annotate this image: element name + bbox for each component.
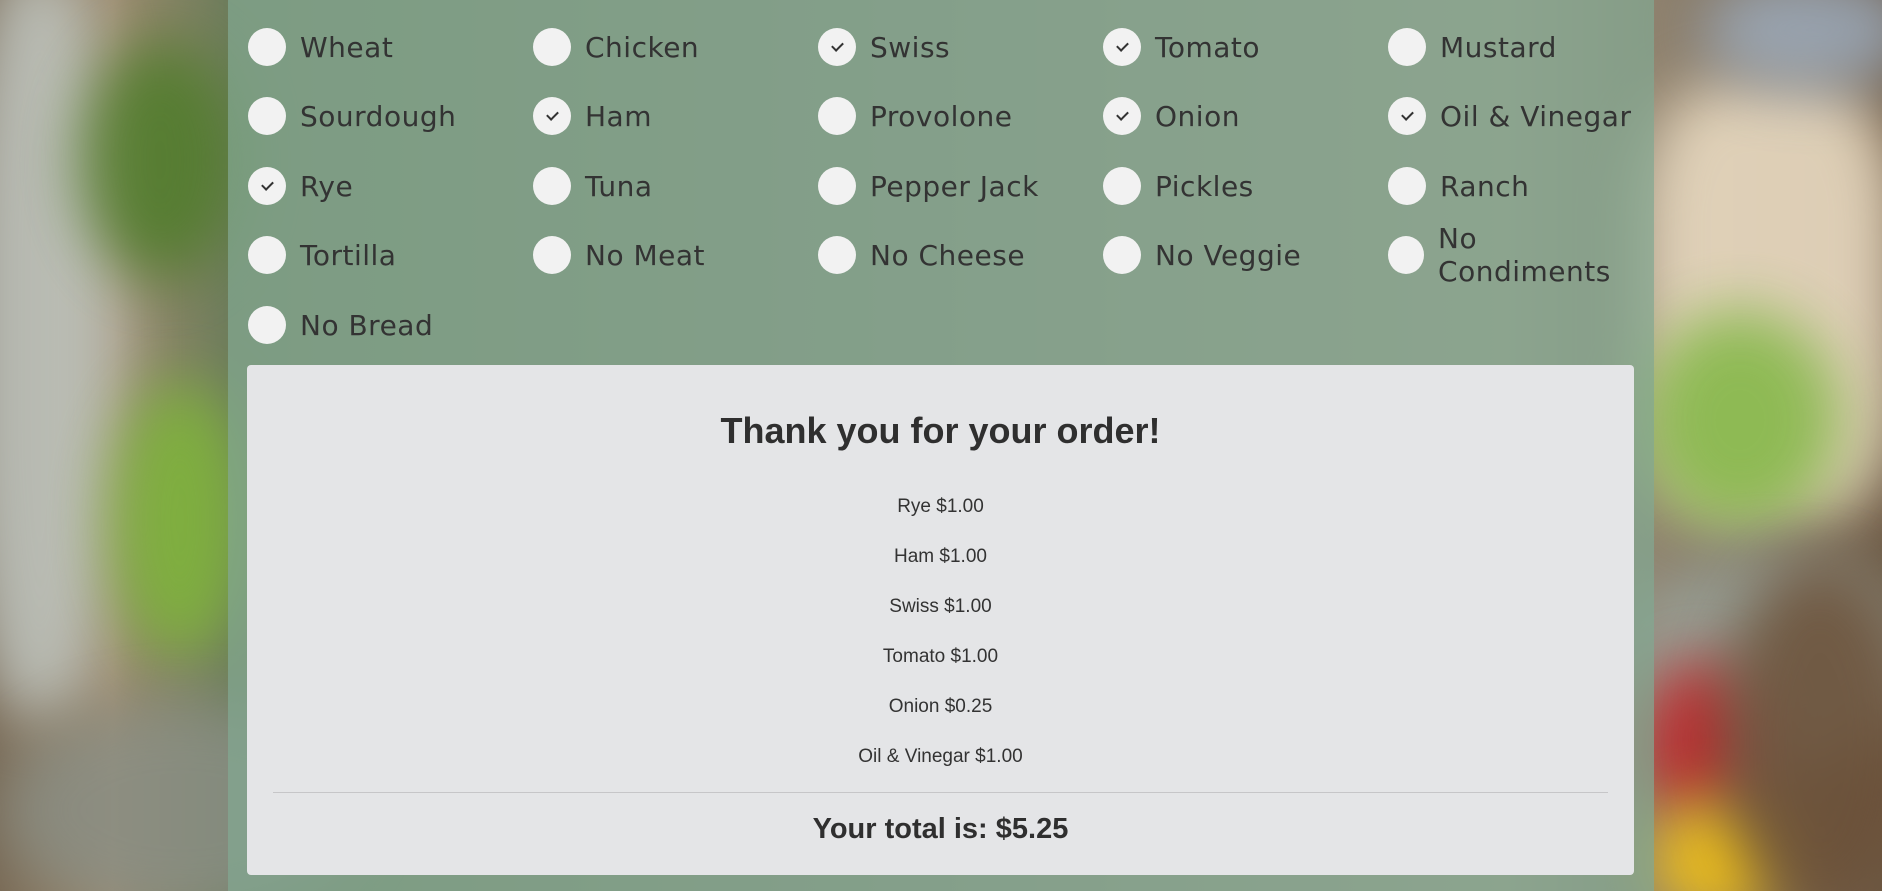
option-label: Wheat: [300, 30, 394, 64]
option-provolone[interactable]: Provolone: [818, 96, 1013, 136]
option-no-veggie[interactable]: No Veggie: [1103, 235, 1301, 275]
option-tomato[interactable]: Tomato: [1103, 27, 1260, 67]
checkbox[interactable]: [533, 167, 571, 205]
checkbox[interactable]: [1388, 236, 1425, 274]
checkbox[interactable]: [1388, 167, 1426, 205]
divider: [273, 792, 1608, 793]
option-pickles[interactable]: Pickles: [1103, 166, 1254, 206]
order-summary-card: Thank you for your order! Rye $1.00 Ham …: [247, 365, 1634, 875]
check-icon: [830, 39, 844, 52]
option-rye[interactable]: Rye: [248, 166, 353, 206]
check-icon: [260, 178, 274, 191]
order-confirmation-title: Thank you for your order!: [720, 410, 1161, 451]
option-label: Chicken: [585, 30, 700, 64]
option-chicken[interactable]: Chicken: [533, 27, 699, 67]
checkbox[interactable]: [818, 28, 856, 66]
option-label: No Condiments: [1438, 222, 1611, 288]
checkbox[interactable]: [1388, 28, 1426, 66]
checkbox[interactable]: [533, 28, 571, 66]
option-label: Sourdough: [300, 99, 457, 133]
option-sourdough[interactable]: Sourdough: [248, 96, 456, 136]
option-pepper-jack[interactable]: Pepper Jack: [818, 166, 1039, 206]
option-no-meat[interactable]: No Meat: [533, 235, 705, 275]
order-total: Your total is: $5.25: [812, 813, 1069, 845]
check-icon: [1115, 39, 1129, 52]
option-label: Onion: [1155, 99, 1240, 133]
receipt-line: Rye $1.00: [897, 496, 984, 517]
option-label: Pepper Jack: [870, 169, 1039, 203]
option-label: Tomato: [1155, 30, 1261, 64]
checkbox[interactable]: [248, 236, 286, 274]
option-label: Tortilla: [300, 238, 397, 272]
option-label: Rye: [300, 169, 354, 203]
checkbox[interactable]: [1103, 97, 1141, 135]
check-icon: [1400, 108, 1414, 121]
checkbox[interactable]: [818, 167, 856, 205]
option-tortilla[interactable]: Tortilla: [248, 235, 396, 275]
receipt-line: Oil & Vinegar $1.00: [858, 746, 1023, 767]
checkbox[interactable]: [1103, 236, 1141, 274]
receipt-line: Ham $1.00: [894, 546, 987, 567]
option-label: Oil & Vinegar: [1440, 99, 1632, 133]
option-no-cheese[interactable]: No Cheese: [818, 235, 1025, 275]
option-label: Swiss: [870, 30, 951, 64]
check-icon: [545, 108, 559, 121]
option-label: No Meat: [585, 238, 705, 272]
option-label: Ranch: [1440, 169, 1530, 203]
option-ham[interactable]: Ham: [533, 96, 652, 136]
option-label: Ham: [585, 99, 652, 133]
receipt-line: Onion $0.25: [888, 696, 993, 717]
receipt-line: Tomato $1.00: [882, 646, 999, 667]
option-onion[interactable]: Onion: [1103, 96, 1240, 136]
option-no-bread[interactable]: No Bread: [248, 305, 433, 345]
check-icon: [1115, 108, 1129, 121]
checkbox[interactable]: [533, 97, 571, 135]
checkbox[interactable]: [248, 28, 286, 66]
option-label: No Cheese: [870, 238, 1026, 272]
option-label: Tuna: [585, 169, 653, 203]
checkbox[interactable]: [1103, 167, 1141, 205]
checkbox[interactable]: [818, 97, 856, 135]
option-ranch[interactable]: Ranch: [1388, 166, 1529, 206]
checkbox[interactable]: [1103, 28, 1141, 66]
option-no-condiments[interactable]: No Condiments: [1388, 222, 1648, 288]
option-label: No Veggie: [1155, 238, 1302, 272]
checkbox[interactable]: [248, 97, 286, 135]
checkbox[interactable]: [248, 306, 286, 344]
option-label: No Bread: [300, 308, 434, 342]
option-oil-vinegar[interactable]: Oil & Vinegar: [1388, 96, 1631, 136]
option-mustard[interactable]: Mustard: [1388, 27, 1557, 67]
option-wheat[interactable]: Wheat: [248, 27, 393, 67]
option-label: Provolone: [870, 99, 1013, 133]
receipt-line: Swiss $1.00: [889, 596, 992, 617]
checkbox[interactable]: [1388, 97, 1426, 135]
option-label: Mustard: [1440, 30, 1557, 64]
checkbox[interactable]: [533, 236, 571, 274]
checkbox[interactable]: [818, 236, 856, 274]
checkbox[interactable]: [248, 167, 286, 205]
option-swiss[interactable]: Swiss: [818, 27, 950, 67]
option-tuna[interactable]: Tuna: [533, 166, 653, 206]
option-label: Pickles: [1155, 169, 1254, 203]
